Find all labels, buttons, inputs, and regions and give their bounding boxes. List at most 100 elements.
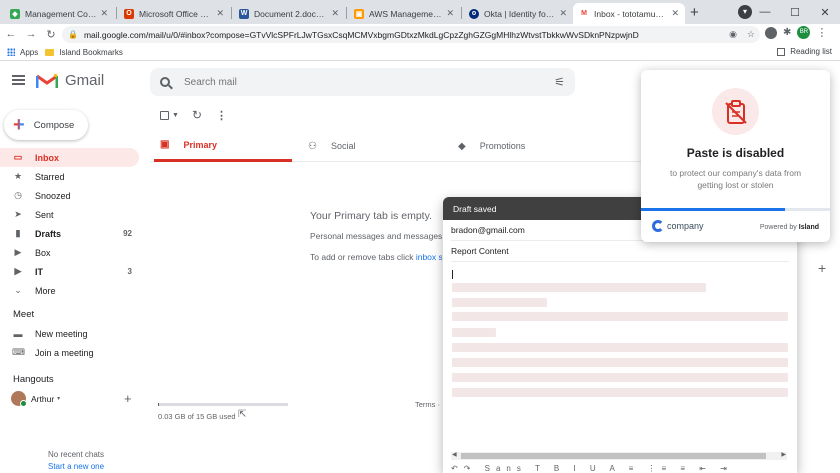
close-icon[interactable]: ✕ xyxy=(216,8,224,19)
sidebar-item-it[interactable]: ▶ IT 3 xyxy=(0,262,139,281)
terms-link[interactable]: Terms · xyxy=(415,400,440,409)
select-all-checkbox[interactable] xyxy=(160,110,169,120)
sidebar-item-label: Inbox xyxy=(35,152,59,163)
profile-avatar[interactable]: BR xyxy=(797,26,811,39)
island-extension-icon[interactable] xyxy=(765,26,777,39)
compose-button[interactable]: + Compose xyxy=(4,110,88,140)
browser-tab[interactable]: ▣ AWS Management Cons... ✕ xyxy=(348,3,460,24)
people-icon: ⚇ xyxy=(308,140,317,152)
label-icon: ▶ xyxy=(14,266,22,276)
sidebar-item-drafts[interactable]: ▮ Drafts 92 xyxy=(0,224,139,243)
message-body[interactable] xyxy=(443,262,797,452)
tab-social[interactable]: ⚇ Social xyxy=(308,130,446,162)
sidebar-item-inbox[interactable]: ▭ Inbox xyxy=(0,148,139,167)
forward-icon[interactable]: → xyxy=(22,28,40,40)
reading-list-button[interactable]: Reading list xyxy=(777,47,832,56)
join-meeting-button[interactable]: ⌨ Join a meeting xyxy=(0,343,139,362)
new-meeting-button[interactable]: ▬ New meeting xyxy=(0,324,139,343)
browser-tab[interactable]: W Document 2.docx - Mic... ✕ xyxy=(233,3,345,24)
formatting-toolbar[interactable]: ↶↷ Sans T B I U A ≡ ⋮≡ ≡ ⇤ ⇥ xyxy=(451,464,787,473)
close-icon[interactable]: ✕ xyxy=(671,8,679,19)
apps-label: Apps xyxy=(20,47,39,57)
browser-tab[interactable]: O Microsoft Office Home ✕ xyxy=(118,3,230,24)
reload-icon[interactable]: ↻ xyxy=(42,28,60,41)
keyboard-icon: ⌨ xyxy=(12,347,25,357)
search-bar: ⚟ xyxy=(150,68,575,96)
tab-primary[interactable]: ▣ Primary xyxy=(154,130,292,162)
meet-item-label: Join a meeting xyxy=(35,347,94,358)
browser-tab[interactable]: ◆ Management Console | ... ✕ xyxy=(4,3,114,24)
scrollbar-thumb[interactable] xyxy=(461,453,766,459)
puzzle-icon[interactable]: ✱ xyxy=(783,27,791,38)
island-bookmarks-folder[interactable]: Island Bookmarks xyxy=(45,48,123,57)
popup-timer-fill xyxy=(641,208,785,211)
tab-label: Social xyxy=(330,141,356,151)
plus-icon[interactable]: + xyxy=(690,4,699,21)
tab-promotions[interactable]: ◆ Promotions xyxy=(458,130,608,162)
powered-by-brand: Island xyxy=(798,224,819,231)
browser-tab[interactable]: o Okta | Identity for the In... ✕ xyxy=(463,3,573,24)
tab-title: Okta | Identity for the In... xyxy=(484,8,555,19)
sidebar-item-more[interactable]: ⌄ More xyxy=(0,281,139,300)
gmail-logo[interactable]: Gmail xyxy=(36,72,104,89)
hamburger-menu-icon[interactable] xyxy=(12,75,25,85)
list-toolbar: ▼ ↻ ⋮ xyxy=(150,102,650,128)
url-text[interactable]: mail.google.com/mail/u/0/#inbox?compose=… xyxy=(84,30,724,40)
kebab-menu-icon[interactable]: ⋮ xyxy=(816,26,827,39)
subject-field[interactable]: Report Content xyxy=(451,241,789,262)
tab-title: Microsoft Office Home xyxy=(139,8,212,19)
lock-icon[interactable]: 🔒 xyxy=(68,30,78,39)
sidebar-item-box[interactable]: ▶ Box xyxy=(0,243,139,262)
browser-tab-strip: ◆ Management Console | ... ✕ O Microsoft… xyxy=(0,0,840,24)
close-icon[interactable]: ✕ xyxy=(446,8,454,19)
bookmark-star-icon[interactable]: ☆ xyxy=(747,29,755,40)
back-icon[interactable]: ← xyxy=(2,28,20,40)
hangouts-user[interactable]: Arthur ▾ xyxy=(11,391,60,407)
scroll-left-icon[interactable]: ◀ xyxy=(452,451,457,458)
okta-favicon-icon: o xyxy=(469,8,479,19)
add-addon-icon[interactable]: + xyxy=(818,260,826,276)
eye-icon[interactable]: ◉ xyxy=(729,29,737,40)
sidebar-item-snoozed[interactable]: ◷ Snoozed xyxy=(0,186,139,205)
close-icon[interactable]: ✕ xyxy=(331,8,339,19)
aws-favicon-icon: ▣ xyxy=(354,8,364,19)
browser-tab-active[interactable]: M Inbox - tototamus112@... ✕ xyxy=(573,3,685,24)
search-icon[interactable] xyxy=(160,77,170,87)
add-contact-icon[interactable]: + xyxy=(124,391,132,406)
close-icon[interactable]: ✕ xyxy=(100,8,108,19)
subject-text[interactable]: Report Content xyxy=(451,246,509,256)
apps-grid-icon xyxy=(7,48,15,56)
refresh-icon[interactable]: ↻ xyxy=(192,108,202,122)
popup-description: to protect our company's data from getti… xyxy=(669,168,802,190)
company-logo-icon xyxy=(652,220,664,232)
sidebar-item-starred[interactable]: ★ Starred xyxy=(0,167,139,186)
hangouts-section-title: Hangouts xyxy=(13,374,54,385)
scroll-right-icon[interactable]: ▶ xyxy=(781,451,786,458)
external-link-icon[interactable]: ⇱ xyxy=(238,409,246,420)
blurred-text-line xyxy=(452,343,788,352)
horizontal-scrollbar[interactable]: ◀ ▶ xyxy=(451,452,787,460)
extensions-area: ✱ BR ⋮ xyxy=(765,26,827,39)
more-options-icon[interactable]: ⋮ xyxy=(216,109,227,122)
tab-label: Promotions xyxy=(479,141,526,151)
recipient-text[interactable]: bradon@gmail.com xyxy=(451,225,525,235)
gmail-m-logo-icon xyxy=(36,73,58,88)
close-icon[interactable]: ✕ xyxy=(559,8,567,19)
window-controls: — ☐ ✕ xyxy=(750,0,840,24)
close-window-icon[interactable]: ✕ xyxy=(810,6,840,19)
text-caret xyxy=(452,270,453,279)
blurred-text-line xyxy=(452,312,788,321)
minimize-icon[interactable]: — xyxy=(750,6,780,18)
chevron-down-icon[interactable]: ▼ xyxy=(172,112,179,119)
start-chat-link[interactable]: Start a new one xyxy=(48,462,104,471)
maximize-icon[interactable]: ☐ xyxy=(780,6,810,19)
send-icon: ➤ xyxy=(14,209,22,219)
sidebar-item-sent[interactable]: ➤ Sent xyxy=(0,205,139,224)
search-input[interactable] xyxy=(184,76,524,88)
inbox-settings-link[interactable]: inbox se xyxy=(416,252,442,262)
search-options-icon[interactable]: ⚟ xyxy=(554,76,565,88)
tab-title: AWS Management Cons... xyxy=(369,8,442,19)
apps-bookmark[interactable]: Apps xyxy=(7,48,38,57)
address-bar[interactable]: 🔒 mail.google.com/mail/u/0/#inbox?compos… xyxy=(62,26,760,43)
chevron-down-icon: ⌄ xyxy=(14,285,22,295)
